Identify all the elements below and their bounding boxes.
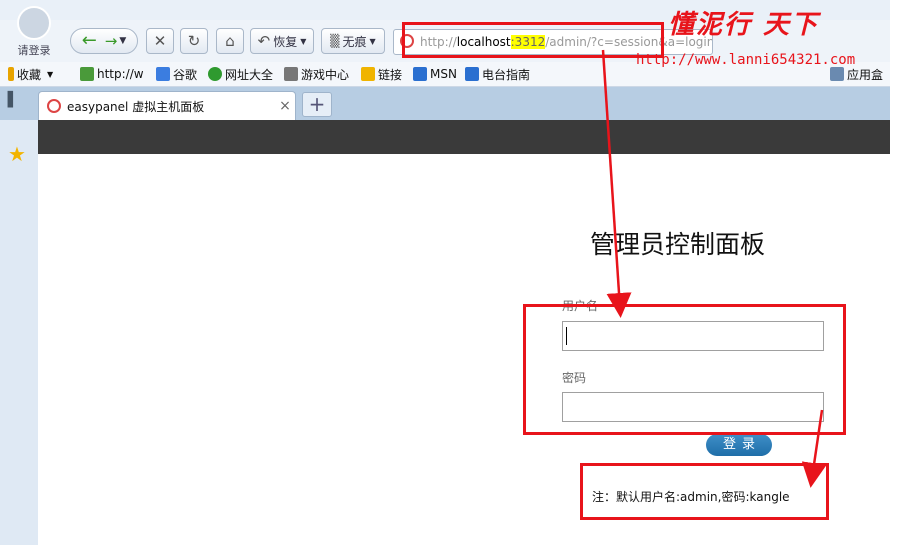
watermark-url: http://www.lanni654321.com bbox=[636, 52, 856, 68]
torn-edge-right bbox=[890, 0, 913, 560]
annotation-arrows bbox=[601, 49, 827, 488]
arrow-form-to-note bbox=[801, 409, 827, 488]
watermark-logo: 懂泥行 天下 bbox=[668, 10, 820, 40]
arrow-url-to-form bbox=[601, 49, 632, 318]
torn-edge-bottom bbox=[0, 545, 913, 560]
